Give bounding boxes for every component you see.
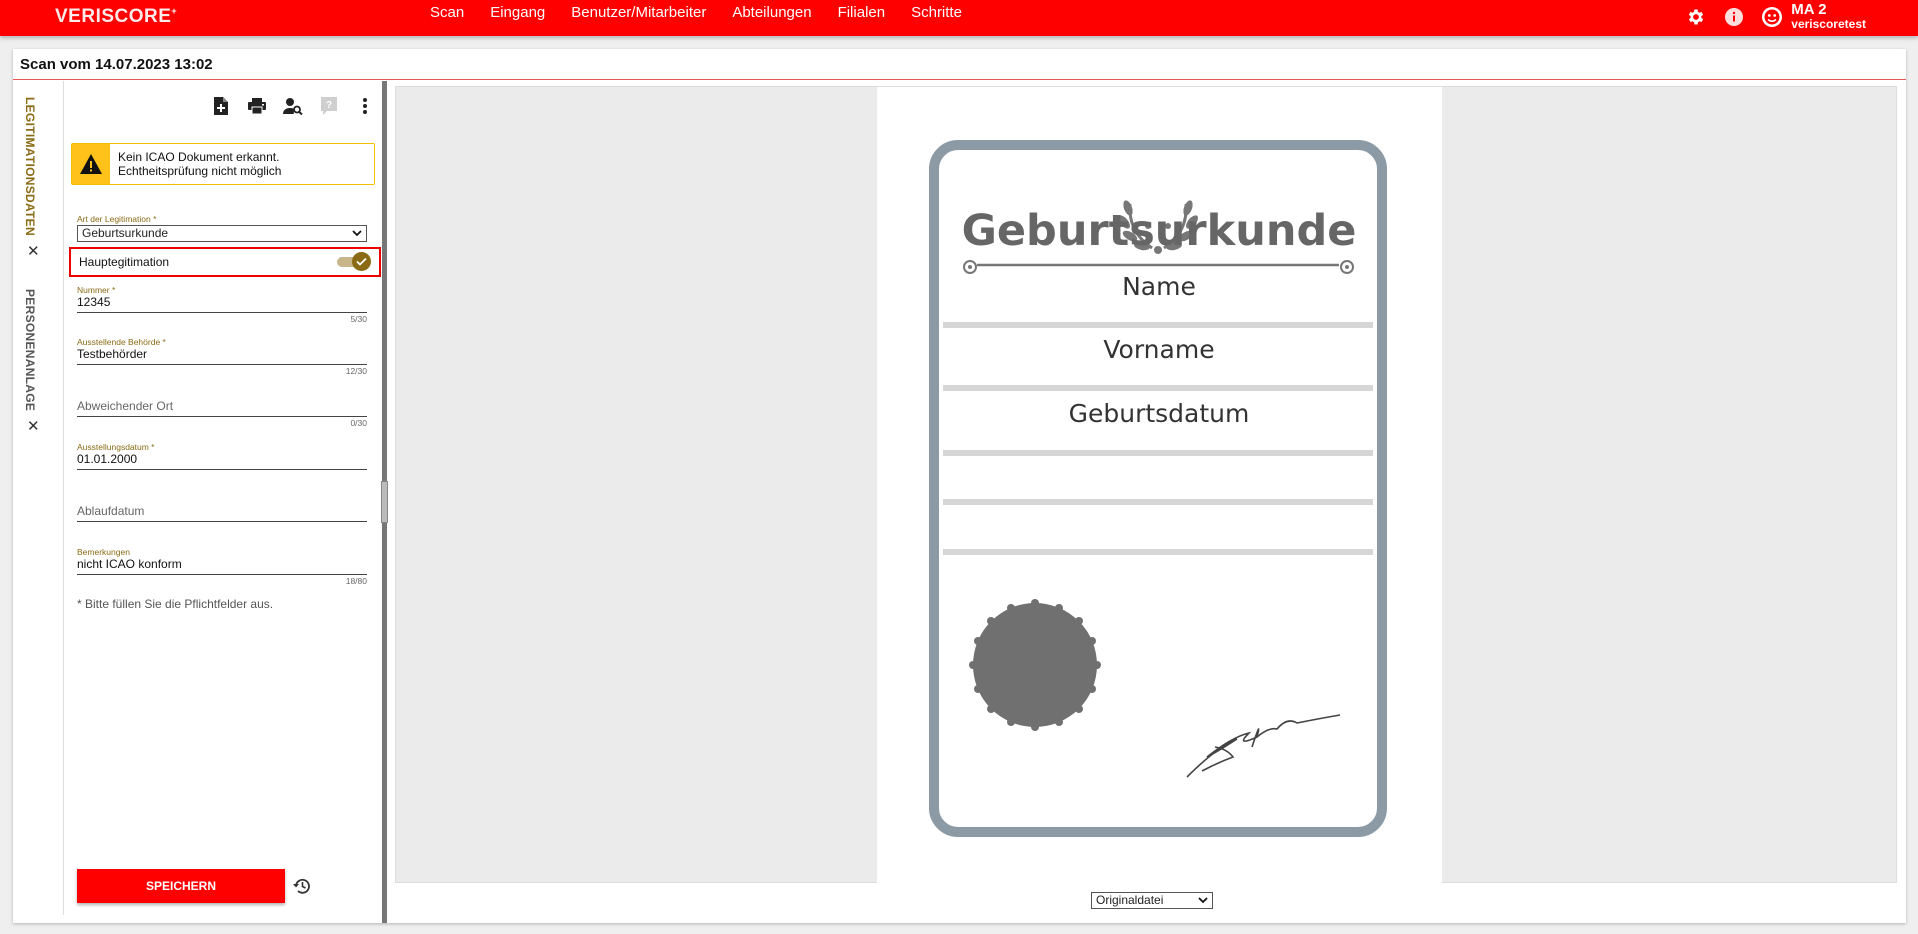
settings-gear-icon[interactable] bbox=[1685, 6, 1707, 28]
bemerkungen-label: Bemerkungen bbox=[77, 547, 130, 557]
top-right-actions: MA 2 veriscoretest bbox=[1685, 2, 1866, 32]
legitimation-form: ? Kein ICAO Dokument erkannt. Echtheitsp… bbox=[65, 81, 388, 915]
nummer-counter: 5/30 bbox=[350, 314, 367, 324]
tab-personenanlage[interactable]: PERSONENANLAGE ✕ bbox=[23, 289, 49, 435]
doc-field-name: Name bbox=[1122, 272, 1196, 301]
user-name: MA 2 bbox=[1791, 1, 1827, 18]
nav-eingang[interactable]: Eingang bbox=[490, 4, 545, 21]
history-icon[interactable] bbox=[291, 875, 313, 897]
ausstellungsdatum-label: Ausstellungsdatum * bbox=[77, 442, 155, 452]
file-version-select[interactable]: Originaldatei bbox=[1091, 892, 1213, 909]
ausstellungsdatum-input[interactable]: 01.01.2000 bbox=[77, 452, 367, 470]
more-vert-icon[interactable] bbox=[354, 95, 376, 117]
nummer-field[interactable]: Nummer * 12345 5/30 bbox=[77, 285, 367, 324]
seal-stamp bbox=[969, 599, 1101, 731]
scan-card: Scan vom 14.07.2023 13:02 LEGITIMATIONSD… bbox=[13, 49, 1906, 923]
nav-filialen[interactable]: Filialen bbox=[838, 4, 886, 21]
behoerde-input[interactable]: Testbehörder bbox=[77, 347, 367, 365]
logo-plus: + bbox=[171, 6, 178, 16]
alert-line2: Echtheitsprüfung nicht möglich bbox=[118, 164, 282, 178]
logo[interactable]: VERISCORE+ bbox=[55, 6, 177, 28]
doc-title: Geburtsurkunde bbox=[962, 206, 1357, 256]
document-page: Geburtsurkunde Name Vorname Geburtsdatum bbox=[877, 87, 1442, 884]
splitter-handle[interactable] bbox=[381, 481, 388, 523]
bemerkungen-counter: 18/80 bbox=[345, 576, 367, 586]
user-menu[interactable]: MA 2 veriscoretest bbox=[1761, 2, 1866, 32]
tab-legitimationsdaten-close-icon[interactable]: ✕ bbox=[23, 242, 49, 260]
birth-certificate-image: Geburtsurkunde Name Vorname Geburtsdatum bbox=[929, 140, 1387, 837]
add-document-icon[interactable] bbox=[210, 95, 232, 117]
tab-personenanlage-label: PERSONENANLAGE bbox=[23, 289, 37, 412]
tab-legitimationsdaten-label: LEGITIMATIONSDATEN bbox=[23, 97, 37, 236]
save-button[interactable]: SPEICHERN bbox=[77, 869, 285, 903]
bemerkungen-field[interactable]: Bemerkungen nicht ICAO konform 18/80 bbox=[77, 547, 367, 586]
icao-warning-alert: Kein ICAO Dokument erkannt. Echtheitsprü… bbox=[71, 143, 375, 185]
doc-field-vorname: Vorname bbox=[1103, 335, 1214, 364]
hauptlegitimation-label: Hauptegitimation bbox=[79, 255, 170, 269]
behoerde-field[interactable]: Ausstellende Behörde * Testbehörder 12/3… bbox=[77, 337, 367, 376]
chevron-down-icon bbox=[352, 226, 362, 244]
nav-schritte[interactable]: Schritte bbox=[911, 4, 962, 21]
nav-scan[interactable]: Scan bbox=[430, 4, 464, 21]
behoerde-counter: 12/30 bbox=[345, 366, 367, 376]
nav-abteilungen[interactable]: Abteilungen bbox=[732, 4, 811, 21]
chevron-down-icon bbox=[1198, 893, 1208, 911]
abweichender-ort-input[interactable]: Abweichender Ort bbox=[77, 399, 367, 417]
bemerkungen-input[interactable]: nicht ICAO konform bbox=[77, 557, 367, 575]
title-divider bbox=[13, 79, 1906, 80]
ort-counter: 0/30 bbox=[350, 418, 367, 428]
nummer-input[interactable]: 12345 bbox=[77, 295, 367, 313]
help-disabled-icon: ? bbox=[318, 95, 340, 117]
tab-personenanlage-close-icon[interactable]: ✕ bbox=[23, 417, 49, 435]
person-search-icon[interactable] bbox=[282, 95, 304, 117]
user-avatar-icon bbox=[1762, 7, 1783, 27]
art-label: Art der Legitimation * bbox=[77, 214, 157, 224]
user-account: veriscoretest bbox=[1791, 17, 1866, 31]
doc-field-geburtsdatum: Geburtsdatum bbox=[1069, 399, 1250, 428]
ausstellungsdatum-field[interactable]: Ausstellungsdatum * 01.01.2000 bbox=[77, 442, 367, 470]
hauptlegitimation-row: Hauptegitimation bbox=[69, 247, 381, 277]
info-icon[interactable] bbox=[1723, 6, 1745, 28]
svg-text:?: ? bbox=[326, 100, 332, 111]
nav-benutzer[interactable]: Benutzer/Mitarbeiter bbox=[571, 4, 706, 21]
file-version-value: Originaldatei bbox=[1096, 893, 1164, 907]
required-fields-note: * Bitte füllen Sie die Pflichtfelder aus… bbox=[77, 597, 274, 611]
art-select[interactable]: Geburtsurkunde bbox=[77, 225, 367, 242]
main-nav: Scan Eingang Benutzer/Mitarbeiter Abteil… bbox=[430, 4, 962, 21]
vertical-tabs: LEGITIMATIONSDATEN ✕ PERSONENANLAGE ✕ bbox=[13, 81, 64, 915]
form-toolbar: ? bbox=[210, 95, 376, 117]
abweichender-ort-field[interactable]: Abweichender Ort 0/30 bbox=[77, 389, 367, 428]
alert-line1: Kein ICAO Dokument erkannt. bbox=[118, 150, 280, 164]
warning-icon bbox=[72, 144, 110, 184]
logo-text: VERISCORE bbox=[55, 6, 172, 27]
print-icon[interactable] bbox=[246, 95, 268, 117]
toggle-check-icon bbox=[352, 252, 371, 271]
document-viewer: Geburtsurkunde Name Vorname Geburtsdatum bbox=[395, 86, 1897, 884]
behoerde-label: Ausstellende Behörde * bbox=[77, 337, 166, 347]
page-title: Scan vom 14.07.2023 13:02 bbox=[20, 56, 213, 73]
art-value: Geburtsurkunde bbox=[82, 226, 169, 240]
tab-legitimationsdaten[interactable]: LEGITIMATIONSDATEN ✕ bbox=[23, 97, 49, 260]
hauptlegitimation-toggle[interactable] bbox=[337, 252, 371, 271]
art-der-legitimation-field: Art der Legitimation * Geburtsurkunde bbox=[77, 214, 367, 242]
ablaufdatum-input[interactable]: Ablaufdatum bbox=[77, 504, 367, 522]
ablaufdatum-field[interactable]: Ablaufdatum bbox=[77, 494, 367, 522]
top-bar: VERISCORE+ Scan Eingang Benutzer/Mitarbe… bbox=[0, 0, 1918, 36]
nummer-label: Nummer * bbox=[77, 285, 116, 295]
